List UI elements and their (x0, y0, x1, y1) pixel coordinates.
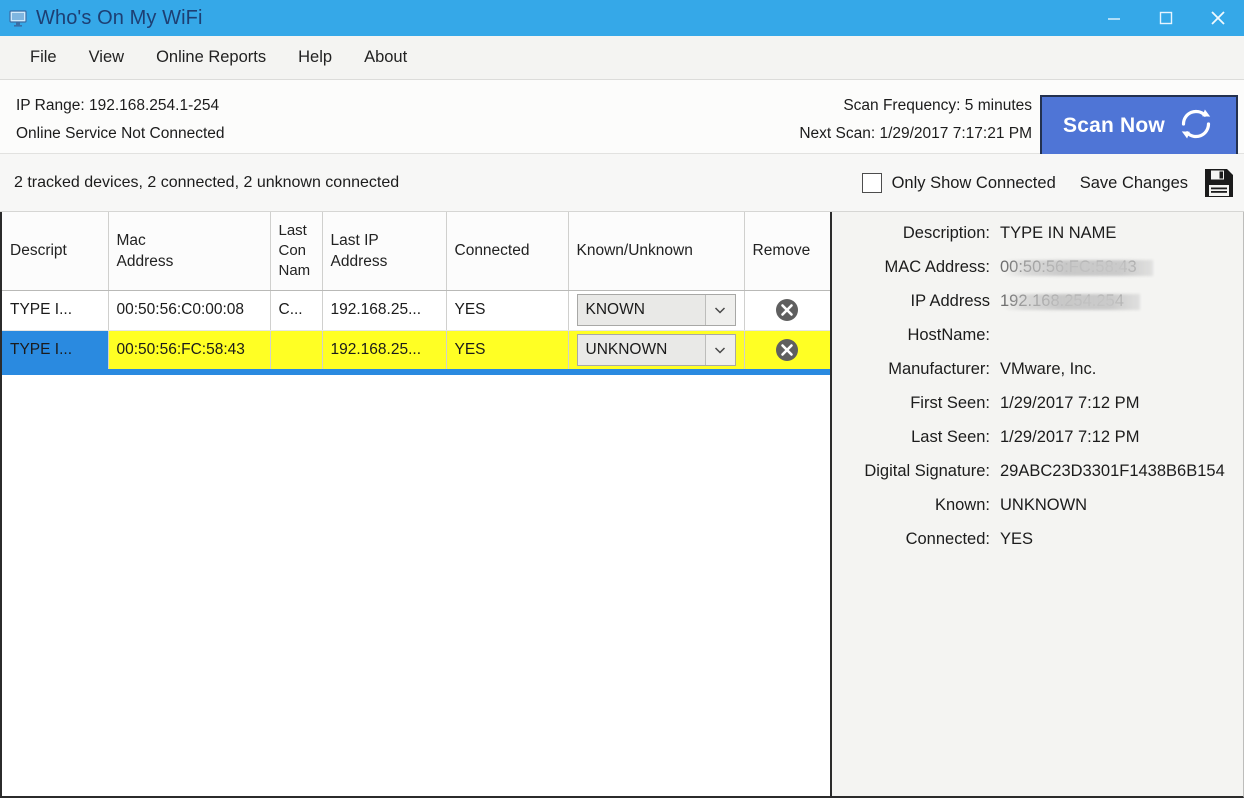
device-grid-pane: Descript Mac Address Last Con Nam Last (0, 212, 832, 798)
detail-row-hostname: HostName: (832, 326, 1243, 360)
column-header-mac-address[interactable]: Mac Address (108, 212, 270, 290)
cell-known-unknown[interactable]: KNOWN (568, 290, 744, 330)
next-scan-text: Next Scan: 1/29/2017 7:17:21 PM (799, 120, 1032, 148)
title-bar: Who's On My WiFi (0, 0, 1244, 36)
table-row[interactable]: TYPE I... 00:50:56:FC:58:43 192.168.25..… (2, 330, 830, 370)
floppy-disk-icon[interactable] (1202, 166, 1236, 200)
row-selection-strip (2, 369, 832, 375)
detail-label: Description: (838, 224, 1000, 243)
menu-item-about[interactable]: About (348, 44, 423, 71)
detail-label: Connected: (838, 530, 1000, 549)
column-header-connected[interactable]: Connected (446, 212, 568, 290)
menu-item-online-reports[interactable]: Online Reports (140, 44, 282, 71)
only-show-connected-group[interactable]: Only Show Connected (862, 173, 1056, 193)
ip-range-text: IP Range: 192.168.254.1-254 (16, 92, 225, 120)
scan-frequency-text: Scan Frequency: 5 minutes (799, 92, 1032, 120)
window-controls (1088, 0, 1244, 36)
detail-row-known: Known: UNKNOWN (832, 496, 1243, 530)
detail-value-digital-signature: 29ABC23D3301F1438B6B154 (1000, 462, 1225, 481)
application-window: Who's On My WiFi File View Online Report… (0, 0, 1244, 798)
detail-value-description: TYPE IN NAME (1000, 224, 1116, 243)
menu-item-view[interactable]: View (73, 44, 140, 71)
column-header-last-ip-address[interactable]: Last IP Address (322, 212, 446, 290)
remove-circle-icon[interactable] (774, 337, 800, 363)
info-left-group: IP Range: 192.168.254.1-254 Online Servi… (16, 92, 225, 148)
cell-connected[interactable]: YES (446, 330, 568, 370)
detail-label: HostName: (838, 326, 1000, 345)
remove-circle-icon[interactable] (774, 297, 800, 323)
detail-row-description: Description: TYPE IN NAME (832, 224, 1243, 258)
device-table: Descript Mac Address Last Con Nam Last (2, 212, 831, 371)
detail-value-known: UNKNOWN (1000, 496, 1087, 515)
save-changes-label[interactable]: Save Changes (1080, 174, 1188, 193)
detail-label: Digital Signature: (838, 462, 1000, 481)
menu-bar: File View Online Reports Help About (0, 36, 1244, 80)
cell-mac-address[interactable]: 00:50:56:FC:58:43 (108, 330, 270, 370)
detail-label: Known: (838, 496, 1000, 515)
menu-item-file[interactable]: File (14, 44, 73, 71)
known-unknown-value: UNKNOWN (578, 335, 705, 365)
detail-value-manufacturer: VMware, Inc. (1000, 360, 1096, 379)
known-unknown-value: KNOWN (578, 295, 705, 325)
cell-last-ip-address[interactable]: 192.168.25... (322, 330, 446, 370)
only-show-connected-label: Only Show Connected (892, 174, 1056, 193)
detail-row-digital-signature: Digital Signature: 29ABC23D3301F1438B6B1… (832, 462, 1243, 496)
known-unknown-dropdown[interactable]: UNKNOWN (577, 334, 736, 366)
online-service-text: Online Service Not Connected (16, 120, 225, 148)
detail-label: First Seen: (838, 394, 1000, 413)
known-unknown-dropdown[interactable]: KNOWN (577, 294, 736, 326)
monitor-icon (8, 8, 28, 28)
cell-descript[interactable]: TYPE I... (2, 330, 108, 370)
detail-row-mac-address: MAC Address: 00:50:56:FC:58:43 (832, 258, 1243, 292)
table-row[interactable]: TYPE I... 00:50:56:C0:00:08 C... 192.168… (2, 290, 830, 330)
column-header-known-unknown[interactable]: Known/Unknown (568, 212, 744, 290)
close-button[interactable] (1192, 0, 1244, 36)
chevron-down-icon[interactable] (705, 335, 735, 365)
info-right-group: Scan Frequency: 5 minutes Next Scan: 1/2… (799, 92, 1032, 148)
detail-value-mac-address: 00:50:56:FC:58:43 (1000, 258, 1137, 277)
detail-row-last-seen: Last Seen: 1/29/2017 7:12 PM (832, 428, 1243, 462)
chevron-down-icon[interactable] (705, 295, 735, 325)
tracked-devices-summary: 2 tracked devices, 2 connected, 2 unknow… (14, 174, 399, 192)
cell-mac-address[interactable]: 00:50:56:C0:00:08 (108, 290, 270, 330)
cell-descript[interactable]: TYPE I... (2, 290, 108, 330)
cell-connected[interactable]: YES (446, 290, 568, 330)
detail-value-connected: YES (1000, 530, 1033, 549)
detail-label: IP Address (838, 292, 1000, 311)
detail-row-connected: Connected: YES (832, 530, 1243, 564)
detail-label: Last Seen: (838, 428, 1000, 447)
column-header-remove[interactable]: Remove (744, 212, 830, 290)
window-title: Who's On My WiFi (36, 7, 203, 30)
detail-value-first-seen: 1/29/2017 7:12 PM (1000, 394, 1139, 413)
cell-last-ip-address[interactable]: 192.168.25... (322, 290, 446, 330)
status-toolbar: 2 tracked devices, 2 connected, 2 unknow… (0, 154, 1244, 212)
column-header-descript[interactable]: Descript (2, 212, 108, 290)
only-show-connected-checkbox[interactable] (862, 173, 882, 193)
cell-last-con-name[interactable] (270, 330, 322, 370)
device-detail-pane: Description: TYPE IN NAME MAC Address: 0… (832, 212, 1244, 798)
refresh-icon (1177, 105, 1215, 148)
detail-label: Manufacturer: (838, 360, 1000, 379)
detail-row-first-seen: First Seen: 1/29/2017 7:12 PM (832, 394, 1243, 428)
table-header-row: Descript Mac Address Last Con Nam Last (2, 212, 830, 290)
scan-now-label: Scan Now (1063, 114, 1165, 138)
detail-row-ip-address: IP Address 192.168.254.254 (832, 292, 1243, 326)
detail-label: MAC Address: (838, 258, 1000, 277)
cell-remove[interactable] (744, 330, 830, 370)
menu-item-help[interactable]: Help (282, 44, 348, 71)
cell-known-unknown[interactable]: UNKNOWN (568, 330, 744, 370)
detail-row-manufacturer: Manufacturer: VMware, Inc. (832, 360, 1243, 394)
toolbar-actions: Only Show Connected Save Changes (862, 154, 1236, 212)
maximize-button[interactable] (1140, 0, 1192, 36)
info-bar: IP Range: 192.168.254.1-254 Online Servi… (0, 80, 1244, 154)
minimize-button[interactable] (1088, 0, 1140, 36)
cell-last-con-name[interactable]: C... (270, 290, 322, 330)
detail-value-last-seen: 1/29/2017 7:12 PM (1000, 428, 1139, 447)
detail-value-ip-address: 192.168.254.254 (1000, 292, 1124, 311)
column-header-last-con-name[interactable]: Last Con Nam (270, 212, 322, 290)
scan-now-button[interactable]: Scan Now (1040, 95, 1238, 157)
main-content: Descript Mac Address Last Con Nam Last (0, 212, 1244, 798)
cell-remove[interactable] (744, 290, 830, 330)
